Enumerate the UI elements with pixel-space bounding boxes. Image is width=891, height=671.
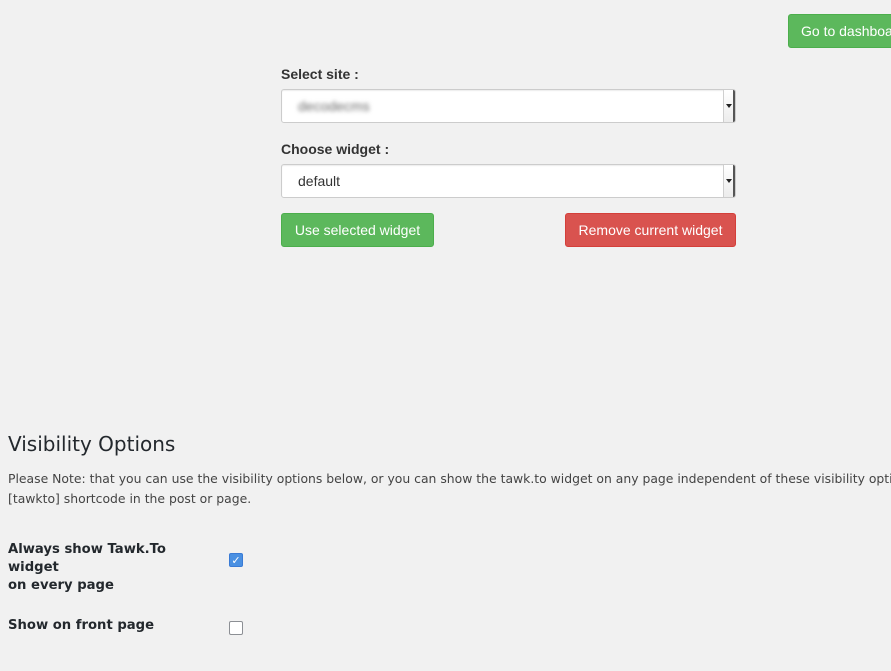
checkmark-icon: ✓ — [231, 553, 241, 567]
go-to-dashboard-button[interactable]: Go to dashboard — [788, 14, 891, 48]
remove-current-widget-button[interactable]: Remove current widget — [565, 213, 736, 247]
chevron-down-icon[interactable] — [723, 165, 735, 197]
front-page-checkbox[interactable] — [229, 621, 243, 635]
site-select-value: decodecms — [298, 98, 370, 114]
site-select[interactable]: decodecms — [281, 89, 736, 123]
visibility-note-line-1: Please Note: that you can use the visibi… — [8, 471, 891, 486]
always-show-label-line-1: Always show Tawk.To widget — [8, 542, 166, 575]
visibility-note-line-2: [tawkto] shortcode in the post or page. — [8, 491, 252, 506]
visibility-note: Please Note: that you can use the visibi… — [8, 469, 891, 509]
always-show-label-line-2: on every page — [8, 578, 114, 593]
front-page-option-label: Show on front page — [8, 618, 155, 633]
visibility-options-title: Visibility Options — [8, 432, 176, 456]
choose-widget-label: Choose widget : — [281, 141, 390, 157]
use-selected-widget-button[interactable]: Use selected widget — [281, 213, 434, 247]
chevron-down-icon[interactable] — [723, 90, 735, 122]
widget-select-value: default — [298, 173, 341, 189]
always-show-option-label: Always show Tawk.To widget on every page — [8, 541, 218, 595]
select-site-label: Select site : — [281, 66, 359, 82]
widget-select[interactable]: default — [281, 164, 736, 198]
always-show-checkbox[interactable]: ✓ — [229, 553, 243, 567]
